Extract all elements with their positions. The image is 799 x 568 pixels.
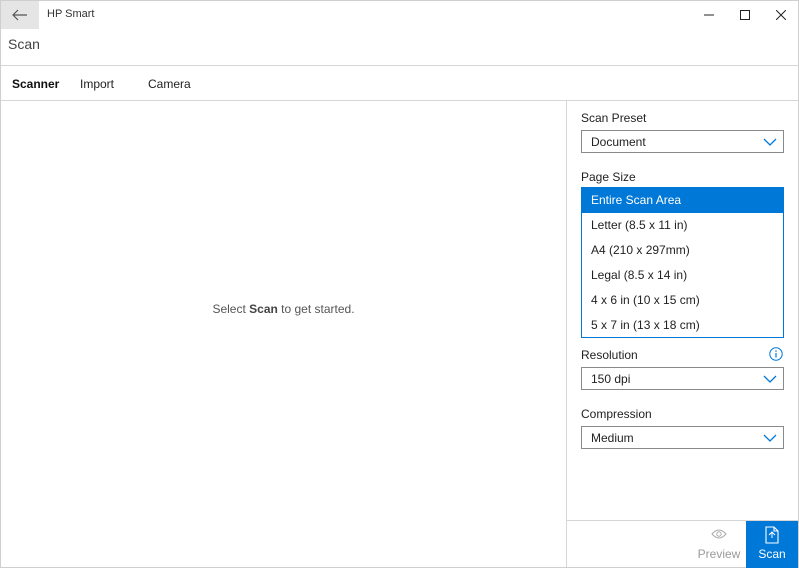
scan-settings-panel: Scan Preset Document Page Size Entire Sc… <box>566 101 798 568</box>
page-title: Scan <box>8 36 40 52</box>
tab-camera[interactable]: Camera <box>148 77 191 91</box>
app-window: HP Smart Scan Scanner Import Camera Sele… <box>0 0 799 568</box>
page-size-option[interactable]: Letter (8.5 x 11 in) <box>582 213 783 238</box>
page-size-label: Page Size <box>581 170 636 184</box>
back-button[interactable] <box>1 1 39 29</box>
empty-state-bold: Scan <box>249 302 278 316</box>
minimize-icon <box>704 14 714 16</box>
page-size-option[interactable]: Entire Scan Area <box>582 188 783 213</box>
minimize-button[interactable] <box>691 1 727 29</box>
tab-import[interactable]: Import <box>80 77 114 91</box>
page-size-option[interactable]: 5 x 7 in (13 x 18 cm) <box>582 313 783 338</box>
scan-preset-value: Document <box>591 135 646 149</box>
arrow-left-icon <box>12 9 27 21</box>
scan-label: Scan <box>758 547 786 561</box>
chevron-down-icon <box>763 434 777 442</box>
page-size-option[interactable]: A4 (210 x 297mm) <box>582 238 783 263</box>
page-size-option[interactable]: 4 x 6 in (10 x 15 cm) <box>582 288 783 313</box>
chevron-down-icon <box>763 138 777 146</box>
compression-dropdown[interactable]: Medium <box>581 426 784 449</box>
scan-document-icon <box>765 526 779 544</box>
tab-bar: Scanner Import Camera <box>1 66 798 101</box>
tab-scanner[interactable]: Scanner <box>12 77 59 91</box>
close-button[interactable] <box>763 1 799 29</box>
maximize-button[interactable] <box>727 1 763 29</box>
page-size-list[interactable]: Entire Scan Area Letter (8.5 x 11 in) A4… <box>581 187 784 338</box>
resolution-dropdown[interactable]: 150 dpi <box>581 367 784 390</box>
info-icon[interactable] <box>769 347 783 361</box>
maximize-icon <box>740 10 750 20</box>
scan-preset-label: Scan Preset <box>581 111 647 125</box>
empty-state-suffix: to get started. <box>277 302 355 316</box>
scan-preset-dropdown[interactable]: Document <box>581 130 784 153</box>
empty-state-message: Select Scan to get started. <box>1 302 566 316</box>
resolution-value: 150 dpi <box>591 372 631 386</box>
page-size-option[interactable]: Legal (8.5 x 14 in) <box>582 263 783 288</box>
compression-value: Medium <box>591 431 634 445</box>
action-bar: Preview Scan <box>567 520 798 568</box>
app-title: HP Smart <box>47 8 95 20</box>
scan-button[interactable]: Scan <box>746 521 798 568</box>
resolution-label: Resolution <box>581 348 638 362</box>
close-icon <box>776 10 786 20</box>
scan-preview-area: Select Scan to get started. <box>1 101 566 567</box>
preview-label: Preview <box>697 547 741 561</box>
title-bar: HP Smart <box>1 1 798 29</box>
chevron-down-icon <box>763 375 777 383</box>
eye-icon <box>711 529 727 539</box>
empty-state-prefix: Select <box>212 302 250 316</box>
compression-label: Compression <box>581 407 652 421</box>
preview-button[interactable]: Preview <box>692 521 746 568</box>
